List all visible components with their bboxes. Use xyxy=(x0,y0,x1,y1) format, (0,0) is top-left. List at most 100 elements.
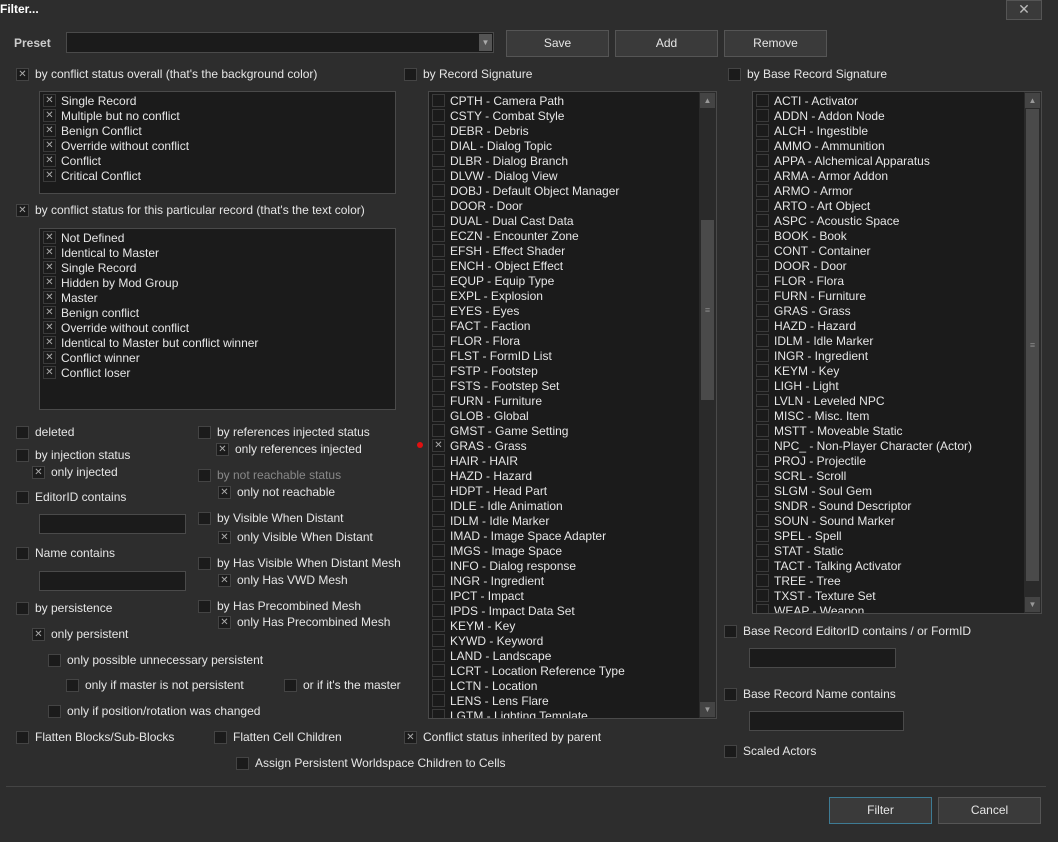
checked-icon[interactable]: ✕ xyxy=(218,530,231,544)
list-item[interactable]: LCTN - Location xyxy=(432,678,537,693)
checkbox-icon[interactable] xyxy=(432,334,445,347)
list-item[interactable]: DOOR - Door xyxy=(756,258,847,273)
close-button[interactable]: ✕ xyxy=(1006,0,1042,20)
list-item[interactable]: ✕ GRAS - Grass xyxy=(432,438,527,453)
refs-injected-checkbox[interactable]: by references injected status xyxy=(198,425,370,439)
preset-combo[interactable]: ▼ xyxy=(66,32,494,53)
checkbox-icon[interactable] xyxy=(432,454,445,467)
checkbox-icon[interactable] xyxy=(432,109,445,122)
only-injected-checkbox[interactable]: ✕ only injected xyxy=(32,465,118,479)
checkbox-icon[interactable] xyxy=(432,424,445,437)
list-item[interactable]: KYWD - Keyword xyxy=(432,633,543,648)
persistence-checkbox[interactable]: by persistence xyxy=(16,601,112,615)
list-item[interactable]: FSTS - Footstep Set xyxy=(432,378,559,393)
list-item[interactable]: ✕ Master xyxy=(43,290,98,305)
list-item[interactable]: LCRT - Location Reference Type xyxy=(432,663,625,678)
list-item[interactable]: INGR - Ingredient xyxy=(432,573,544,588)
checkbox-icon[interactable] xyxy=(756,529,769,542)
list-item[interactable]: ✕ Single Record xyxy=(43,93,136,108)
checked-icon[interactable]: ✕ xyxy=(43,366,56,379)
list-item[interactable]: DUAL - Dual Cast Data xyxy=(432,213,574,228)
checkbox-icon[interactable] xyxy=(756,514,769,527)
list-item[interactable]: IDLM - Idle Marker xyxy=(756,333,873,348)
checkbox-icon[interactable] xyxy=(432,244,445,257)
list-item[interactable]: LAND - Landscape xyxy=(432,648,551,663)
checked-icon[interactable]: ✕ xyxy=(16,67,29,81)
checkbox-icon[interactable] xyxy=(432,619,445,632)
list-item[interactable]: ✕ Conflict loser xyxy=(43,365,130,380)
checkbox-icon[interactable] xyxy=(756,574,769,587)
list-item[interactable]: HAIR - HAIR xyxy=(432,453,518,468)
checkbox-icon[interactable] xyxy=(756,499,769,512)
list-item[interactable]: EXPL - Explosion xyxy=(432,288,543,303)
checkbox-icon[interactable] xyxy=(432,664,445,677)
checkbox-icon[interactable] xyxy=(214,730,227,744)
checked-icon[interactable]: ✕ xyxy=(43,321,56,334)
checked-icon[interactable]: ✕ xyxy=(16,203,29,217)
list-item[interactable]: FLOR - Flora xyxy=(432,333,520,348)
checkbox-icon[interactable] xyxy=(432,199,445,212)
record-signature-list[interactable]: LGTM - Lighting Template LENS - Lens Flar… xyxy=(428,91,717,719)
list-item[interactable]: KEYM - Key xyxy=(432,618,515,633)
checkbox-icon[interactable] xyxy=(756,259,769,272)
checkbox-icon[interactable] xyxy=(432,514,445,527)
list-item[interactable]: CPTH - Camera Path xyxy=(432,93,564,108)
base-editorid-input[interactable] xyxy=(749,648,896,668)
base-signature-checkbox[interactable]: by Base Record Signature xyxy=(728,67,887,81)
overall-status-checkbox[interactable]: ✕ by conflict status overall (that's the … xyxy=(16,67,317,81)
checkbox-icon[interactable] xyxy=(756,109,769,122)
checkbox-icon[interactable] xyxy=(16,425,29,439)
checkbox-icon[interactable] xyxy=(432,529,445,542)
checkbox-icon[interactable] xyxy=(432,709,445,718)
checked-icon[interactable]: ✕ xyxy=(32,465,45,479)
list-item[interactable]: ENCH - Object Effect xyxy=(432,258,563,273)
checkbox-icon[interactable] xyxy=(198,511,211,525)
list-item[interactable]: DLVW - Dialog View xyxy=(432,168,558,183)
list-item[interactable]: DLBR - Dialog Branch xyxy=(432,153,568,168)
only-vwd-mesh-checkbox[interactable]: ✕ only Has VWD Mesh xyxy=(218,573,348,587)
checkbox-icon[interactable] xyxy=(432,229,445,242)
base-editorid-checkbox[interactable]: Base Record EditorID contains / or FormI… xyxy=(724,624,971,638)
checked-icon[interactable]: ✕ xyxy=(43,154,56,167)
list-item[interactable]: DOBJ - Default Object Manager xyxy=(432,183,619,198)
list-item[interactable]: PROJ - Projectile xyxy=(756,453,866,468)
checkbox-icon[interactable] xyxy=(432,274,445,287)
only-precombined-checkbox[interactable]: ✕ only Has Precombined Mesh xyxy=(218,615,390,629)
list-item[interactable]: BOOK - Book xyxy=(756,228,847,243)
list-item[interactable]: ✕ Benign Conflict xyxy=(43,123,142,138)
checkbox-icon[interactable] xyxy=(198,468,211,482)
checkbox-icon[interactable] xyxy=(432,319,445,332)
checkbox-icon[interactable] xyxy=(756,94,769,107)
filter-button[interactable]: Filter xyxy=(829,797,932,824)
list-item[interactable]: ✕ Benign conflict xyxy=(43,305,139,320)
checkbox-icon[interactable] xyxy=(756,319,769,332)
deleted-checkbox[interactable]: deleted xyxy=(16,425,74,439)
list-item[interactable]: TREE - Tree xyxy=(756,573,841,588)
checked-icon[interactable]: ✕ xyxy=(43,169,56,182)
list-item[interactable]: CONT - Container xyxy=(756,243,870,258)
list-item[interactable]: SNDR - Sound Descriptor xyxy=(756,498,911,513)
checked-icon[interactable]: ✕ xyxy=(43,291,56,304)
list-item[interactable]: LIGH - Light xyxy=(756,378,839,393)
list-item[interactable]: IMAD - Image Space Adapter xyxy=(432,528,606,543)
checkbox-icon[interactable] xyxy=(284,678,297,692)
list-item[interactable]: WEAP - Weapon xyxy=(756,603,864,613)
list-item[interactable]: IDLE - Idle Animation xyxy=(432,498,563,513)
list-item[interactable]: DOOR - Door xyxy=(432,198,523,213)
list-item[interactable]: FLOR - Flora xyxy=(756,273,844,288)
vwd-mesh-checkbox[interactable]: by Has Visible When Distant Mesh xyxy=(198,556,401,570)
list-item[interactable]: EYES - Eyes xyxy=(432,303,519,318)
only-not-reachable-checkbox[interactable]: ✕ only not reachable xyxy=(218,485,335,499)
checked-icon[interactable]: ✕ xyxy=(216,442,229,456)
checkbox-icon[interactable] xyxy=(756,334,769,347)
list-item[interactable]: EFSH - Effect Shader xyxy=(432,243,565,258)
editorid-input[interactable] xyxy=(39,514,186,534)
list-item[interactable]: DEBR - Debris xyxy=(432,123,529,138)
checkbox-icon[interactable] xyxy=(756,409,769,422)
list-item[interactable]: ARTO - Art Object xyxy=(756,198,870,213)
injection-status-checkbox[interactable]: by injection status xyxy=(16,448,130,462)
list-item[interactable]: ✕ Not Defined xyxy=(43,230,124,245)
list-item[interactable]: IPDS - Impact Data Set xyxy=(432,603,575,618)
checkbox-icon[interactable] xyxy=(432,124,445,137)
list-item[interactable]: FSTP - Footstep xyxy=(432,363,538,378)
